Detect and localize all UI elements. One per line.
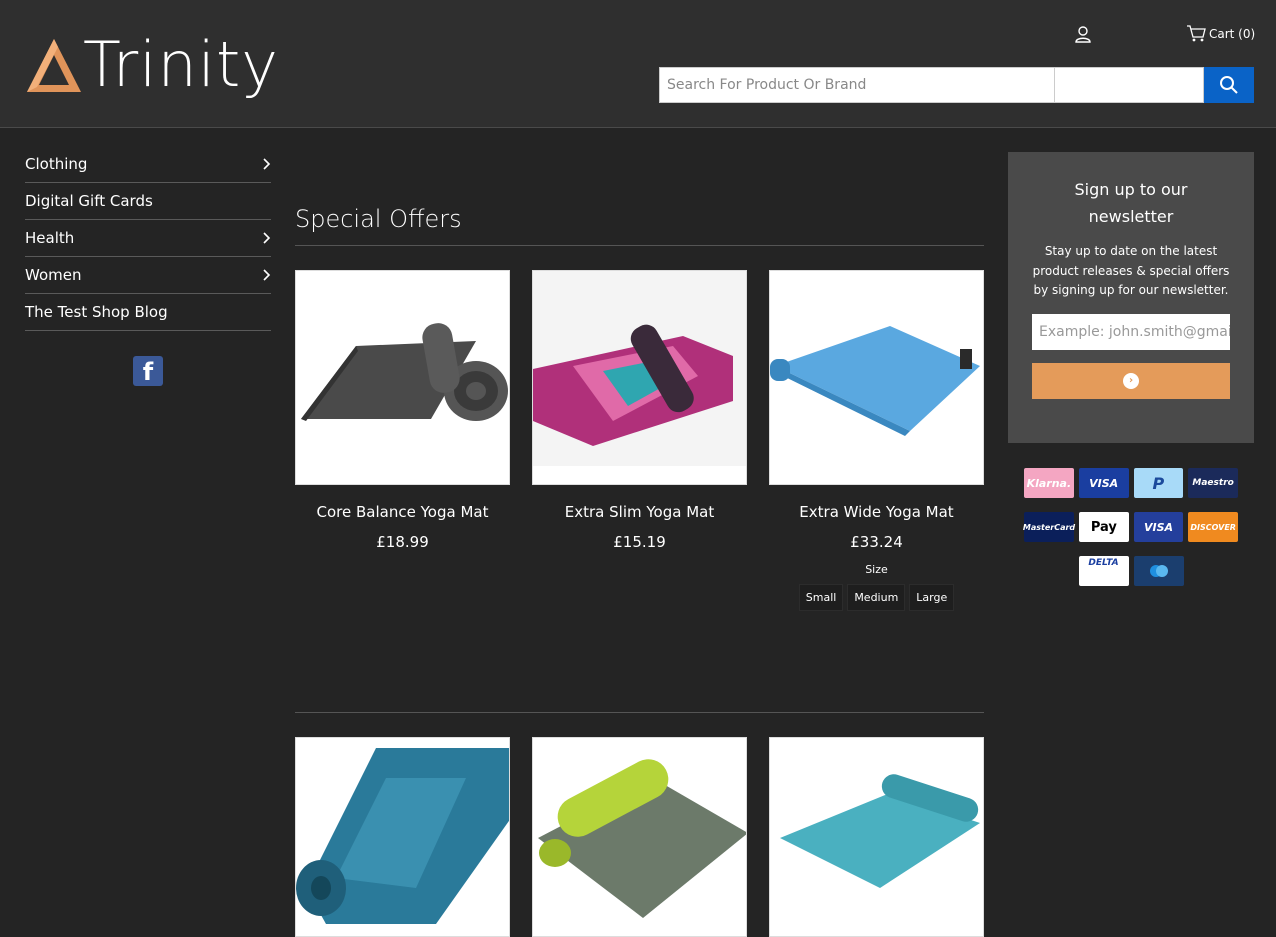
klarna-icon: Klarna. xyxy=(1024,468,1074,498)
product-image[interactable] xyxy=(769,270,984,485)
newsletter-panel: Sign up to our newsletter Stay up to dat… xyxy=(1008,152,1254,443)
product-price: £33.24 xyxy=(850,533,903,551)
search-button[interactable] xyxy=(1204,67,1254,103)
product-name[interactable]: Extra Slim Yoga Mat xyxy=(532,503,747,521)
newsletter-email-input[interactable]: Example: john.smith@gmail.com xyxy=(1032,313,1230,350)
newsletter-title: Sign up to our newsletter xyxy=(1074,180,1188,226)
discover-icon: DISCOVER xyxy=(1188,512,1239,542)
search-category-select[interactable] xyxy=(1054,67,1204,103)
size-option-small[interactable]: Small xyxy=(798,584,844,611)
yoga-mat-image xyxy=(301,323,508,421)
electron-icon xyxy=(1133,556,1184,586)
product-image[interactable] xyxy=(769,737,984,937)
section-title: Special Offers xyxy=(295,205,462,233)
row-divider xyxy=(295,712,984,713)
visa-icon: VISA xyxy=(1078,468,1129,498)
yoga-mat-image xyxy=(296,748,509,924)
product-card[interactable]: Extra Slim Yoga Mat £15.19 xyxy=(532,270,747,551)
category-sidebar: Clothing Digital Gift Cards Health Women… xyxy=(25,146,271,331)
visa-debit-icon: VISA xyxy=(1133,512,1184,542)
paypal-icon: P xyxy=(1133,468,1184,498)
yoga-mat-image xyxy=(533,324,746,484)
product-image[interactable] xyxy=(295,737,510,937)
delta-icon: DELTA xyxy=(1078,556,1129,586)
yoga-mat-image xyxy=(770,326,980,436)
sidebar-item-label: Digital Gift Cards xyxy=(25,192,153,210)
card-circles-icon xyxy=(1149,565,1168,577)
newsletter-subscribe-button[interactable]: › xyxy=(1032,362,1230,399)
maestro-icon: Maestro xyxy=(1188,468,1238,498)
product-card[interactable] xyxy=(532,737,747,937)
product-card[interactable] xyxy=(769,737,984,937)
cart-label: Cart (0) xyxy=(1209,26,1256,41)
product-name[interactable]: Extra Wide Yoga Mat xyxy=(769,503,984,521)
chevron-right-icon xyxy=(263,232,271,244)
sidebar-item-digital-gift-cards[interactable]: Digital Gift Cards xyxy=(25,183,271,220)
section-divider xyxy=(295,245,984,246)
size-label: Size xyxy=(865,563,888,576)
search-icon xyxy=(1220,76,1238,94)
sidebar-item-label: Health xyxy=(25,229,75,247)
yoga-mat-image xyxy=(538,759,746,918)
cart-icon xyxy=(1187,25,1206,42)
search-bar: Search For Product Or Brand xyxy=(659,67,1254,103)
sidebar-item-blog[interactable]: The Test Shop Blog xyxy=(25,294,271,331)
payment-row: DELTA xyxy=(1024,556,1238,586)
product-card[interactable] xyxy=(295,737,510,937)
size-options: Small Medium Large xyxy=(769,584,984,611)
newsletter-description: Stay up to date on the latest product re… xyxy=(1032,244,1230,297)
payment-row: Klarna. VISA P Maestro xyxy=(1024,468,1238,498)
user-account-icon[interactable] xyxy=(1074,25,1092,43)
product-card[interactable]: Core Balance Yoga Mat £18.99 xyxy=(295,270,510,551)
payment-methods: Klarna. VISA P Maestro MasterCard Pay VI… xyxy=(1023,468,1239,600)
sidebar-item-label: Clothing xyxy=(25,155,88,173)
facebook-icon[interactable]: f xyxy=(133,356,163,386)
logo-text: Trinity xyxy=(83,28,279,101)
site-header: Trinity Cart (0) Search For Product Or B… xyxy=(0,0,1276,128)
cart-link[interactable]: Cart (0) xyxy=(1186,25,1255,42)
yoga-mat-image xyxy=(780,774,980,888)
product-price: £18.99 xyxy=(376,533,429,551)
product-image[interactable] xyxy=(295,270,510,485)
arrow-right-icon: › xyxy=(1123,372,1139,389)
sidebar-item-clothing[interactable]: Clothing xyxy=(25,146,271,183)
search-input[interactable]: Search For Product Or Brand xyxy=(659,67,1054,103)
sidebar-item-label: Women xyxy=(25,266,82,284)
product-price: £15.19 xyxy=(613,533,666,551)
site-logo[interactable]: Trinity xyxy=(25,30,279,100)
product-image[interactable] xyxy=(532,737,747,937)
mastercard-icon: MasterCard xyxy=(1023,512,1075,542)
sidebar-item-label: The Test Shop Blog xyxy=(25,303,168,321)
trinity-logo-icon xyxy=(27,39,81,92)
product-image[interactable] xyxy=(532,270,747,485)
apple-pay-icon: Pay xyxy=(1079,512,1129,542)
sidebar-item-health[interactable]: Health xyxy=(25,220,271,257)
size-option-large[interactable]: Large xyxy=(909,584,955,611)
product-card[interactable]: Extra Wide Yoga Mat £33.24 Size Small Me… xyxy=(769,270,984,611)
sidebar-item-women[interactable]: Women xyxy=(25,257,271,294)
chevron-right-icon xyxy=(263,158,271,170)
payment-row: MasterCard Pay VISA DISCOVER xyxy=(1023,512,1239,542)
size-option-medium[interactable]: Medium xyxy=(847,584,906,611)
chevron-right-icon xyxy=(263,269,271,281)
product-name[interactable]: Core Balance Yoga Mat xyxy=(295,503,510,521)
